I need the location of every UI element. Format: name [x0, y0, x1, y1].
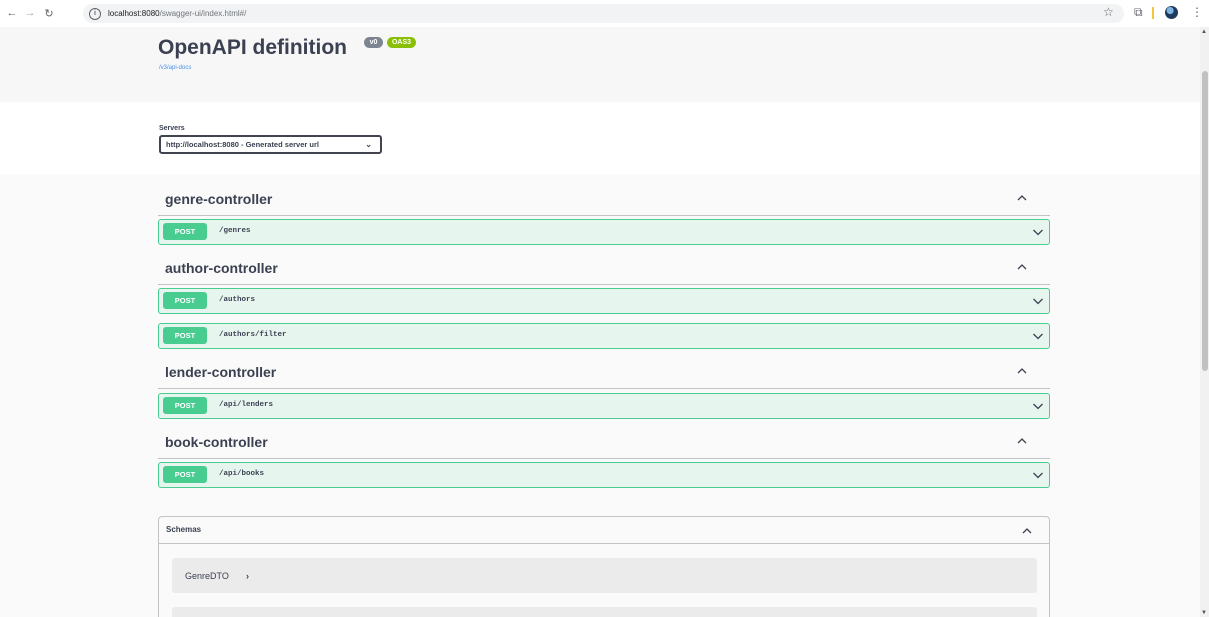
chevron-up-icon[interactable] [1021, 525, 1033, 537]
url-text[interactable]: localhost:8080/swagger-ui/index.html#/ [108, 9, 246, 18]
operation-path: /authors [219, 296, 256, 304]
method-badge: POST [163, 327, 207, 344]
avatar[interactable] [1165, 6, 1178, 19]
tag-title: author-controller [165, 260, 278, 276]
chevron-down-icon[interactable] [1032, 400, 1044, 412]
servers-section: Servers http://localhost:8080 - Generate… [0, 102, 1200, 174]
swagger-page: OpenAPI definition v0 OAS3 /v3/api-docs … [0, 27, 1200, 617]
servers-selected-value: http://localhost:8080 - Generated server… [166, 140, 319, 149]
operation-post-authors-filter[interactable]: POST /authors/filter [158, 323, 1050, 349]
chevron-up-icon[interactable] [1016, 261, 1028, 273]
info-icon[interactable]: i [89, 7, 101, 20]
scroll-up-arrow-icon[interactable]: ▲ [1201, 29, 1207, 35]
method-badge: POST [163, 397, 207, 414]
schemas-title: Schemas [166, 525, 202, 534]
info-section: OpenAPI definition v0 OAS3 /v3/api-docs [0, 27, 1200, 102]
tag-title: genre-controller [165, 191, 273, 207]
browser-toolbar: ← → ↻ i localhost:8080/swagger-ui/index.… [0, 0, 1209, 27]
api-docs-link[interactable]: /v3/api-docs [159, 65, 191, 71]
forward-arrow-icon[interactable]: → [23, 6, 37, 20]
chevron-down-icon[interactable] [1032, 295, 1044, 307]
scroll-down-arrow-icon[interactable]: ▼ [1201, 610, 1207, 616]
scrollbar[interactable]: ▲ ▼ [1200, 27, 1209, 617]
url-path: /swagger-ui/index.html#/ [159, 9, 247, 18]
chevron-down-icon[interactable] [1032, 469, 1044, 481]
method-badge: POST [163, 466, 207, 483]
address-bar[interactable]: i localhost:8080/swagger-ui/index.html#/ [83, 4, 1124, 23]
page-title: OpenAPI definition [158, 36, 347, 59]
operation-post-authors[interactable]: POST /authors [158, 288, 1050, 314]
toolbar-divider [1152, 7, 1154, 19]
url-host: localhost:8080 [108, 9, 160, 18]
method-badge: POST [163, 292, 207, 309]
operation-path: /authors/filter [219, 331, 287, 339]
schema-row-genredto[interactable]: GenreDTO › [172, 558, 1037, 593]
chevron-right-icon: › [246, 571, 249, 581]
back-arrow-icon[interactable]: ← [5, 6, 19, 20]
chevron-down-icon: ⌄ [365, 140, 372, 149]
servers-select[interactable]: http://localhost:8080 - Generated server… [159, 135, 382, 154]
tag-header-genre-controller[interactable]: genre-controller [158, 184, 1050, 216]
operations-area: genre-controller POST /genres author-con… [0, 174, 1200, 617]
schemas-header[interactable]: Schemas [159, 517, 1049, 544]
tag-header-book-controller[interactable]: book-controller [158, 427, 1050, 459]
operation-path: /genres [219, 227, 251, 235]
tag-header-lender-controller[interactable]: lender-controller [158, 357, 1050, 389]
schema-name: GenreDTO [185, 571, 229, 581]
operation-post-api-books[interactable]: POST /api/books [158, 462, 1050, 488]
tag-header-author-controller[interactable]: author-controller [158, 253, 1050, 285]
operation-path: /api/books [219, 470, 265, 478]
method-badge: POST [163, 223, 207, 240]
star-icon[interactable]: ☆ [1103, 5, 1114, 19]
operation-post-api-lenders[interactable]: POST /api/lenders [158, 393, 1050, 419]
schemas-section: Schemas GenreDTO › [158, 516, 1050, 617]
tag-title: lender-controller [165, 364, 277, 380]
operation-path: /api/lenders [219, 401, 274, 409]
servers-label: Servers [159, 125, 185, 132]
chevron-down-icon[interactable] [1032, 226, 1044, 238]
operation-post-genres[interactable]: POST /genres [158, 219, 1050, 245]
chevron-up-icon[interactable] [1016, 365, 1028, 377]
tag-title: book-controller [165, 434, 268, 450]
scrollbar-thumb[interactable] [1202, 71, 1208, 371]
puzzle-icon[interactable]: ⧉ [1134, 5, 1143, 20]
reload-icon[interactable]: ↻ [42, 6, 56, 20]
chevron-down-icon[interactable] [1032, 330, 1044, 342]
oas-badge: OAS3 [387, 37, 416, 48]
chevron-up-icon[interactable] [1016, 435, 1028, 447]
schema-row[interactable] [172, 607, 1037, 617]
kebab-menu-icon[interactable]: ⋮ [1191, 5, 1203, 19]
chevron-up-icon[interactable] [1016, 192, 1028, 204]
version-badge: v0 [364, 37, 383, 48]
